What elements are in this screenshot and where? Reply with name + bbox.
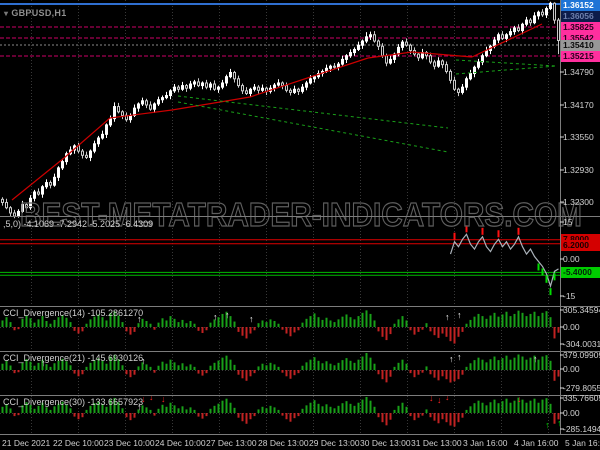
axis-tick-label: 0.00	[563, 364, 580, 374]
price-level-label: 1.35825	[561, 22, 600, 33]
signal-up-arrow-icon: ↑	[225, 310, 230, 320]
time-axis-label: 29 Dec 13:00	[309, 438, 360, 448]
signal-down-arrow-icon: ↓	[437, 395, 442, 405]
mt4-chart-window: ↑ ↑ ↑ ↑ ↑ ↑ ↑ ↑ ↑ ↑ ↑ ↑ ↓ ↓ ↓ ↓ ↓ ↓ ↓ ↑ ↑ BEST-METATRADER-IND…	[0, 0, 600, 450]
band-level-label: 6.2000	[561, 240, 600, 251]
signal-up-arrow-icon: ↑	[545, 420, 550, 430]
signal-up-arrow-icon: ↑	[249, 314, 254, 324]
signal-down-arrow-icon: ↓	[429, 393, 434, 403]
axis-tick-label: 305.34594	[563, 305, 600, 315]
time-axis-label: 23 Dec 10:00	[104, 438, 155, 448]
time-axis-label: 5 Jan 16:00	[565, 438, 600, 448]
time-axis-label: 28 Dec 13:00	[258, 438, 309, 448]
signal-up-arrow-icon: ↑	[449, 354, 454, 364]
signal-up-arrow-icon: ↑	[457, 352, 462, 362]
time-axis-label: 30 Dec 13:00	[360, 438, 411, 448]
axis-tick-label: 1.34170	[563, 100, 594, 110]
signal-down-arrow-icon: ↓	[149, 392, 154, 402]
price-level-label: 1.35410	[561, 40, 600, 51]
chevron-down-icon: ▾	[4, 9, 9, 18]
time-axis-label: 22 Dec 10:00	[53, 438, 104, 448]
signal-up-arrow-icon: ↑	[445, 312, 450, 322]
signal-down-arrow-icon: ↓	[445, 392, 450, 402]
axis-tick-label: 1.32300	[563, 197, 594, 207]
axis-tick-label: 15	[563, 217, 573, 227]
axis-tick-label: 1.32930	[563, 165, 594, 175]
time-axis-label: 31 Dec 13:00	[411, 438, 462, 448]
axis-tick-label: -15	[563, 291, 576, 301]
axis-tick-label: -279.80550	[563, 383, 600, 393]
axis-tick-label: 335.76605	[563, 393, 600, 403]
time-axis-label: 4 Jan 16:00	[514, 438, 559, 448]
axis-tick-label: -285.14942	[563, 424, 600, 434]
time-axis-label: 24 Dec 10:00	[155, 438, 206, 448]
time-axis-label: 3 Jan 16:00	[463, 438, 508, 448]
price-level-label: 1.36056	[561, 11, 600, 22]
indicator-label-cci21: CCI_Divergence(21) -145.6930126	[3, 353, 144, 363]
axis-tick-label: -304.00314	[563, 339, 600, 349]
indicator-label-cci14: CCI_Divergence(14) -105.2861270	[3, 308, 144, 318]
signal-up-arrow-icon: ↑	[533, 354, 538, 364]
signal-up-arrow-icon: ↑	[213, 312, 218, 322]
time-axis-label: 27 Dec 13:00	[206, 438, 257, 448]
symbol-period-label: GBPUSD,H1	[11, 8, 67, 18]
indicator-label-cci30: CCI_Divergence(30) -133.6657923	[3, 397, 144, 407]
price-level-label: 1.36152	[561, 0, 600, 11]
signal-up-arrow-icon: ↑	[457, 310, 462, 320]
price-level-label: 1.35215	[561, 51, 600, 62]
axis-tick-label: 379.09909	[563, 350, 600, 360]
axis-tick-label: 0.00	[563, 408, 580, 418]
symbol-period-selector[interactable]: ▾ GBPUSD,H1	[4, 8, 67, 18]
time-axis-label: 21 Dec 2021	[2, 438, 51, 448]
axis-tick-label: 1.33550	[563, 132, 594, 142]
axis-tick-label: 1.34790	[563, 67, 594, 77]
axis-tick-label: 0.00	[563, 322, 580, 332]
band-level-label: -5.4000	[561, 267, 600, 278]
axis-tick-label: 0.00	[563, 254, 580, 264]
indicator-label-window2: ,5,0) -4.1069 -7.2942 -5.2025 -6.4309	[3, 219, 154, 229]
